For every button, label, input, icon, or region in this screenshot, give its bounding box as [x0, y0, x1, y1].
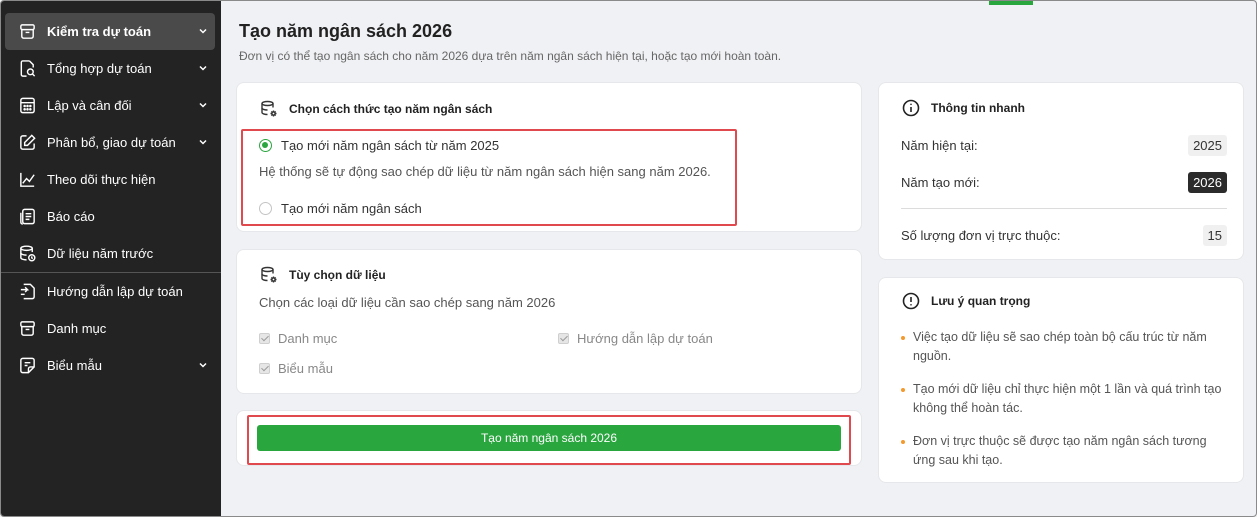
- card-title: Lưu ý quan trọng: [931, 294, 1031, 308]
- page-title: Tạo năm ngân sách 2026: [239, 21, 453, 41]
- note-item: Việc tạo dữ liệu sẽ sao chép toàn bộ cấu…: [901, 328, 1223, 366]
- info-label: Năm hiện tại:: [901, 138, 978, 153]
- sidebar-item-label: Tổng hợp dự toán: [47, 61, 152, 76]
- calculator-icon: [17, 96, 37, 116]
- new-year-value: 2026: [1188, 172, 1227, 193]
- chevron-down-icon: [199, 139, 207, 145]
- card-title: Chọn cách thức tạo năm ngân sách: [289, 102, 493, 116]
- sidebar: Kiểm tra dự toán Tổng hợp dự toán Lập và…: [1, 1, 221, 516]
- chevron-down-icon: [199, 28, 207, 34]
- note-item: Tạo mới dữ liệu chỉ thực hiện một 1 lần …: [901, 380, 1223, 418]
- sidebar-item-label: Biểu mẫu: [47, 358, 102, 373]
- divider: [901, 208, 1227, 209]
- checkbox-checked-disabled[interactable]: [259, 333, 270, 344]
- card-header: Tùy chọn dữ liệu: [259, 265, 386, 285]
- database-clock-icon: [17, 244, 37, 264]
- box-icon: [17, 22, 37, 42]
- checkbox-label: Danh mục: [278, 331, 338, 346]
- checkbox-huong-dan[interactable]: Hướng dẫn lập dự toán: [558, 331, 713, 346]
- note-text: Tạo mới dữ liệu chỉ thực hiện một 1 lần …: [913, 382, 1222, 415]
- sidebar-item-phan-bo-giao-du-toan[interactable]: Phân bổ, giao dự toán: [5, 124, 215, 161]
- bullet-icon: [901, 440, 905, 444]
- highlight-box-button: [247, 415, 851, 465]
- sidebar-item-bieu-mau[interactable]: Biểu mẫu: [5, 347, 215, 384]
- sidebar-item-label: Theo dõi thực hiện: [47, 172, 156, 187]
- options-description: Chọn các loại dữ liệu cần sao chép sang …: [259, 295, 556, 310]
- report-icon: [17, 207, 37, 227]
- box-icon: [17, 319, 37, 339]
- card-title: Tùy chọn dữ liệu: [289, 268, 386, 282]
- sidebar-item-label: Phân bổ, giao dự toán: [47, 135, 176, 150]
- current-year-value: 2025: [1188, 135, 1227, 156]
- card-header: Thông tin nhanh: [901, 98, 1025, 118]
- checkbox-bieu-mau[interactable]: Biểu mẫu: [259, 361, 333, 376]
- info-row-new-year: Năm tạo mới: 2026: [901, 172, 1227, 193]
- chevron-down-icon: [199, 102, 207, 108]
- sidebar-item-theo-doi-thuc-hien[interactable]: Theo dõi thực hiện: [5, 161, 215, 198]
- alert-circle-icon: [902, 292, 920, 310]
- important-notes-card: Lưu ý quan trọng Việc tạo dữ liệu sẽ sao…: [878, 277, 1244, 483]
- card-header: Chọn cách thức tạo năm ngân sách: [259, 99, 492, 119]
- sidebar-item-label: Kiểm tra dự toán: [47, 24, 152, 39]
- main-content: Tạo năm ngân sách 2026 Đơn vị có thể tạo…: [221, 1, 1256, 516]
- sidebar-item-lap-va-can-doi[interactable]: Lập và cân đối: [5, 87, 215, 124]
- app-window: Kiểm tra dự toán Tổng hợp dự toán Lập và…: [0, 0, 1257, 517]
- line-chart-icon: [17, 170, 37, 190]
- sidebar-item-bao-cao[interactable]: Báo cáo: [5, 198, 215, 235]
- sidebar-item-danh-muc[interactable]: Danh mục: [5, 310, 215, 347]
- highlight-box-method: [241, 129, 737, 226]
- database-settings-icon: [261, 100, 277, 117]
- note-item: Đơn vị trực thuộc sẽ được tạo năm ngân s…: [901, 432, 1223, 470]
- card-title: Thông tin nhanh: [931, 101, 1025, 115]
- sidebar-item-du-lieu-nam-truoc[interactable]: Dữ liệu năm trước: [5, 235, 215, 272]
- info-label: Năm tạo mới:: [901, 175, 980, 190]
- sidebar-item-label: Danh mục: [47, 321, 107, 336]
- sidebar-item-kiem-tra-du-toan[interactable]: Kiểm tra dự toán: [5, 13, 215, 50]
- checkbox-label: Hướng dẫn lập dự toán: [577, 331, 713, 346]
- sidebar-item-tong-hop-du-toan[interactable]: Tổng hợp dự toán: [5, 50, 215, 87]
- page-subtitle: Đơn vị có thể tạo ngân sách cho năm 2026…: [239, 49, 782, 63]
- note-text: Đơn vị trực thuộc sẽ được tạo năm ngân s…: [913, 434, 1207, 467]
- info-row-units: Số lượng đơn vị trực thuộc: 15: [901, 225, 1227, 246]
- bullet-icon: [901, 388, 905, 392]
- bullet-icon: [901, 336, 905, 340]
- card-header: Lưu ý quan trọng: [901, 291, 1030, 311]
- checkbox-label: Biểu mẫu: [278, 361, 333, 376]
- units-count-value: 15: [1202, 225, 1227, 246]
- form-icon: [17, 356, 37, 376]
- document-search-icon: [17, 59, 37, 79]
- sidebar-item-label: Hướng dẫn lập dự toán: [47, 284, 183, 299]
- sidebar-item-label: Báo cáo: [47, 209, 95, 224]
- quick-info-card: Thông tin nhanh Năm hiện tại: 2025 Năm t…: [878, 82, 1244, 260]
- checkbox-checked-disabled[interactable]: [259, 363, 270, 374]
- checkbox-checked-disabled[interactable]: [558, 333, 569, 344]
- checkbox-danh-muc[interactable]: Danh mục: [259, 331, 337, 346]
- info-label: Số lượng đơn vị trực thuộc:: [901, 228, 1061, 243]
- sidebar-item-label: Dữ liệu năm trước: [47, 246, 154, 261]
- edit-icon: [17, 133, 37, 153]
- sidebar-item-huong-dan-lap-du-toan[interactable]: Hướng dẫn lập dự toán: [5, 273, 215, 310]
- guide-icon: [17, 282, 37, 302]
- note-text: Việc tạo dữ liệu sẽ sao chép toàn bộ cấu…: [913, 330, 1207, 363]
- info-icon: [902, 99, 920, 117]
- data-options-card: Tùy chọn dữ liệu Chọn các loại dữ liệu c…: [236, 249, 862, 394]
- chevron-down-icon: [199, 65, 207, 71]
- database-settings-icon: [261, 266, 277, 283]
- info-row-current-year: Năm hiện tại: 2025: [901, 135, 1227, 156]
- sidebar-item-label: Lập và cân đối: [47, 98, 132, 113]
- chevron-down-icon: [199, 362, 207, 368]
